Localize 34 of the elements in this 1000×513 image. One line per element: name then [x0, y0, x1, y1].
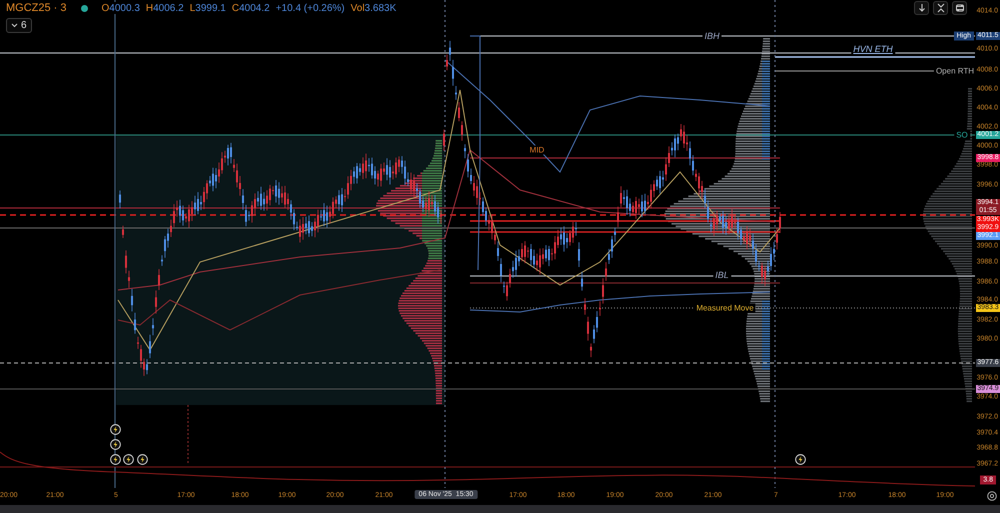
chart-label: MID	[528, 146, 546, 154]
reset-icon	[954, 3, 964, 13]
chart-label: IBL	[713, 270, 731, 280]
lightning-icon[interactable]	[110, 454, 120, 464]
settings-icon[interactable]	[987, 491, 997, 501]
ohlc-label: H	[146, 2, 154, 14]
lightning-icon[interactable]	[122, 454, 134, 464]
ohlc-value: 4006.2	[153, 2, 184, 14]
scroll-down-button[interactable]	[914, 1, 929, 15]
chart-label: Measured Move	[694, 304, 756, 312]
price-change: +10.4 (+0.26%)	[276, 2, 345, 14]
ohlc-label: C	[232, 2, 240, 14]
ohlc-label: O	[102, 2, 110, 14]
lightning-icon[interactable]	[110, 438, 120, 450]
collapse-button[interactable]	[933, 1, 948, 15]
volume-value: 3.683K	[364, 2, 396, 14]
collapse-icon	[936, 3, 946, 13]
volume-label: Vol	[350, 2, 365, 14]
lightning-icon[interactable]	[794, 454, 806, 464]
lightning-icon[interactable]	[136, 454, 148, 464]
lightning-icon[interactable]	[110, 424, 120, 434]
symbol-title: MGCZ25 · 3	[6, 2, 67, 14]
indicators-button[interactable]: 6	[6, 18, 32, 33]
ohlc-label: L	[190, 2, 196, 14]
chart-label: SO	[954, 130, 970, 140]
ohlc-value: 4000.3	[109, 2, 140, 14]
arrow-down-icon	[916, 3, 926, 13]
ohlc-value: 3999.1	[195, 2, 226, 14]
ohlc-value: 4004.2	[239, 2, 270, 14]
chart-label: HVN ETH	[851, 44, 895, 54]
chart-label: IBH	[702, 31, 722, 41]
chart-label: Open RTH	[934, 66, 975, 76]
chevron-down-icon	[11, 23, 18, 28]
reset-button[interactable]	[952, 1, 967, 15]
